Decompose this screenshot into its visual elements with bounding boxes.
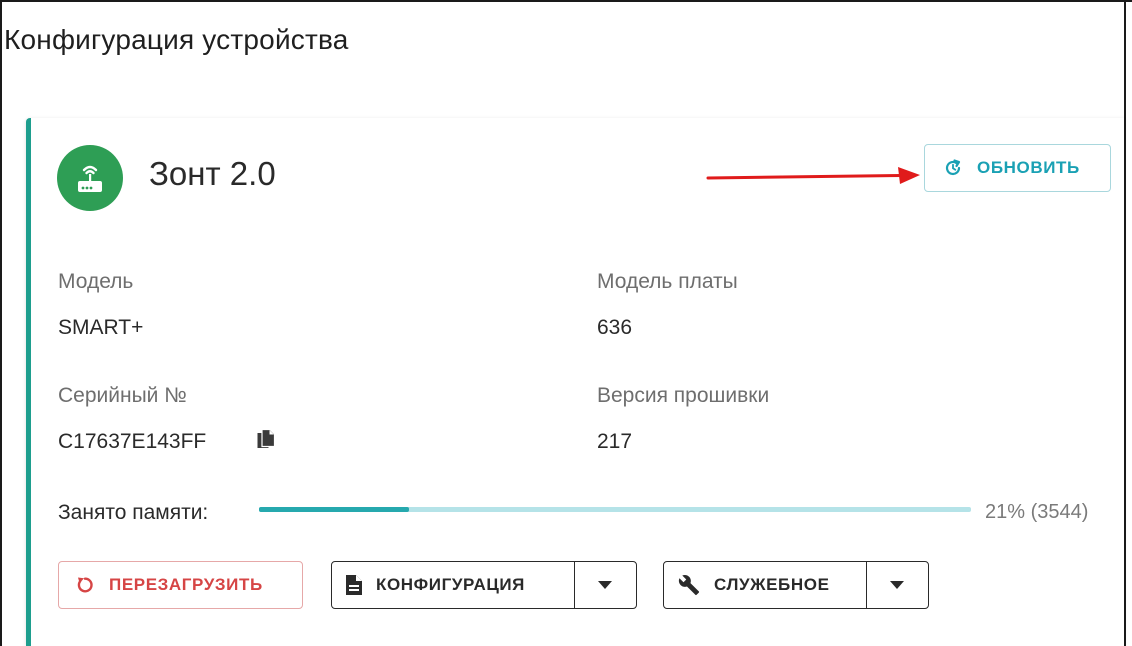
screenshot-frame-left <box>0 0 2 646</box>
configuration-dropdown-button[interactable] <box>575 562 635 608</box>
service-button-label: СЛУЖЕБНОЕ <box>714 575 830 594</box>
refresh-button[interactable]: ОБНОВИТЬ <box>924 144 1111 192</box>
memory-label: Занято памяти: <box>58 501 209 524</box>
caret-down-icon <box>598 581 612 589</box>
restart-icon <box>77 577 93 593</box>
memory-progress-fill <box>259 507 409 512</box>
serial-value: C17637E143FF <box>58 430 207 453</box>
screenshot-frame-top <box>0 0 1132 2</box>
document-icon <box>346 575 362 595</box>
model-label: Модель <box>58 270 134 293</box>
memory-value: 21% (3544) <box>985 501 1089 523</box>
board-model-label: Модель платы <box>597 270 738 293</box>
firmware-label: Версия прошивки <box>597 384 770 407</box>
screenshot-frame-right <box>1124 0 1126 646</box>
wrench-icon <box>678 575 700 596</box>
serial-label: Серийный № <box>58 384 187 407</box>
caret-down-icon <box>890 581 904 589</box>
router-icon <box>78 165 102 192</box>
configuration-split-button: КОНФИГУРАЦИЯ <box>331 561 637 609</box>
board-model-value: 636 <box>597 316 633 339</box>
refresh-icon <box>945 159 961 176</box>
service-split-button: СЛУЖЕБНОЕ <box>663 561 929 609</box>
service-button[interactable]: СЛУЖЕБНОЕ <box>664 562 867 608</box>
device-name: Зонт 2.0 <box>149 155 276 192</box>
copy-icon[interactable] <box>257 429 275 451</box>
device-avatar <box>57 145 123 211</box>
memory-progress-bar <box>259 507 971 512</box>
configuration-button-label: КОНФИГУРАЦИЯ <box>376 575 525 594</box>
refresh-button-label: ОБНОВИТЬ <box>977 158 1080 177</box>
annotation-arrow <box>706 167 920 184</box>
configuration-button[interactable]: КОНФИГУРАЦИЯ <box>332 562 575 608</box>
reboot-button-label: ПЕРЕЗАГРУЗИТЬ <box>109 575 263 594</box>
reboot-button[interactable]: ПЕРЕЗАГРУЗИТЬ <box>58 561 303 609</box>
firmware-value: 217 <box>597 430 633 453</box>
service-dropdown-button[interactable] <box>867 562 927 608</box>
page-title: Конфигурация устройства <box>4 24 349 55</box>
model-value: SMART+ <box>58 316 144 339</box>
